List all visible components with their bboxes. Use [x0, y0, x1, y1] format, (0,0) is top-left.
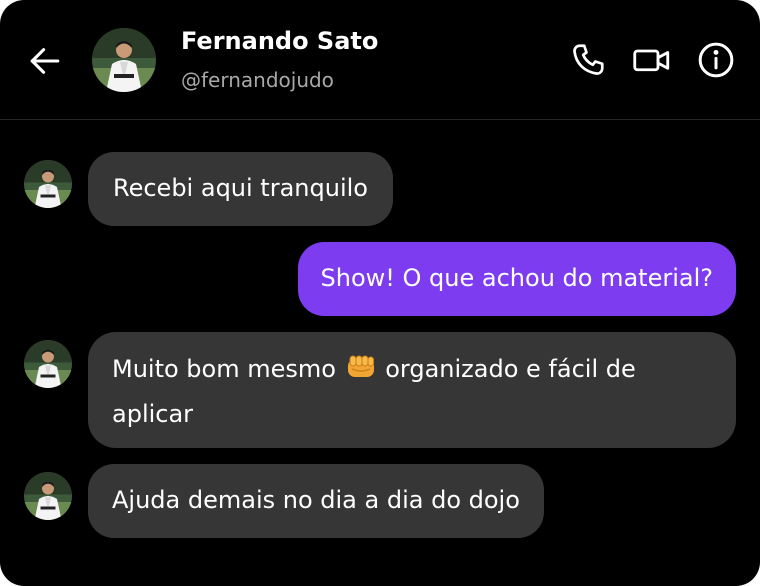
avatar[interactable] [24, 160, 72, 208]
video-camera-icon [633, 49, 670, 72]
contact-name[interactable]: Fernando Sato [181, 27, 378, 55]
info-button[interactable] [696, 40, 736, 80]
message-bubble-incoming[interactable]: Ajuda demais no dia a dia do dojo [88, 464, 544, 538]
chat-header: Fernando Sato @fernandojudo [0, 0, 760, 120]
oncoming-fist-emoji [346, 353, 376, 394]
message-bubble-incoming[interactable]: Muito bom mesmo organizado e fácil de ap… [88, 332, 736, 448]
message-bubble-incoming[interactable]: Recebi aqui tranquilo [88, 152, 393, 226]
call-button[interactable] [568, 40, 608, 80]
message-text-start: Muito bom mesmo [112, 355, 336, 383]
avatar[interactable] [24, 340, 72, 388]
message-text: Show! O que achou do material? [320, 264, 713, 292]
chat-window: Fernando Sato @fernandojudo Recebi aqui … [0, 0, 760, 586]
message-text: Ajuda demais no dia a dia do dojo [112, 486, 520, 514]
video-call-button[interactable] [632, 40, 672, 80]
message-bubble-outgoing[interactable]: Show! O que achou do material? [297, 242, 736, 316]
back-button[interactable] [26, 42, 64, 80]
arrow-left-icon [30, 48, 60, 74]
info-icon [698, 42, 734, 78]
contact-handle: @fernandojudo [181, 68, 334, 92]
message-text: Recebi aqui tranquilo [113, 174, 368, 202]
avatar[interactable] [92, 28, 156, 92]
phone-icon [573, 44, 604, 75]
avatar[interactable] [24, 472, 72, 520]
